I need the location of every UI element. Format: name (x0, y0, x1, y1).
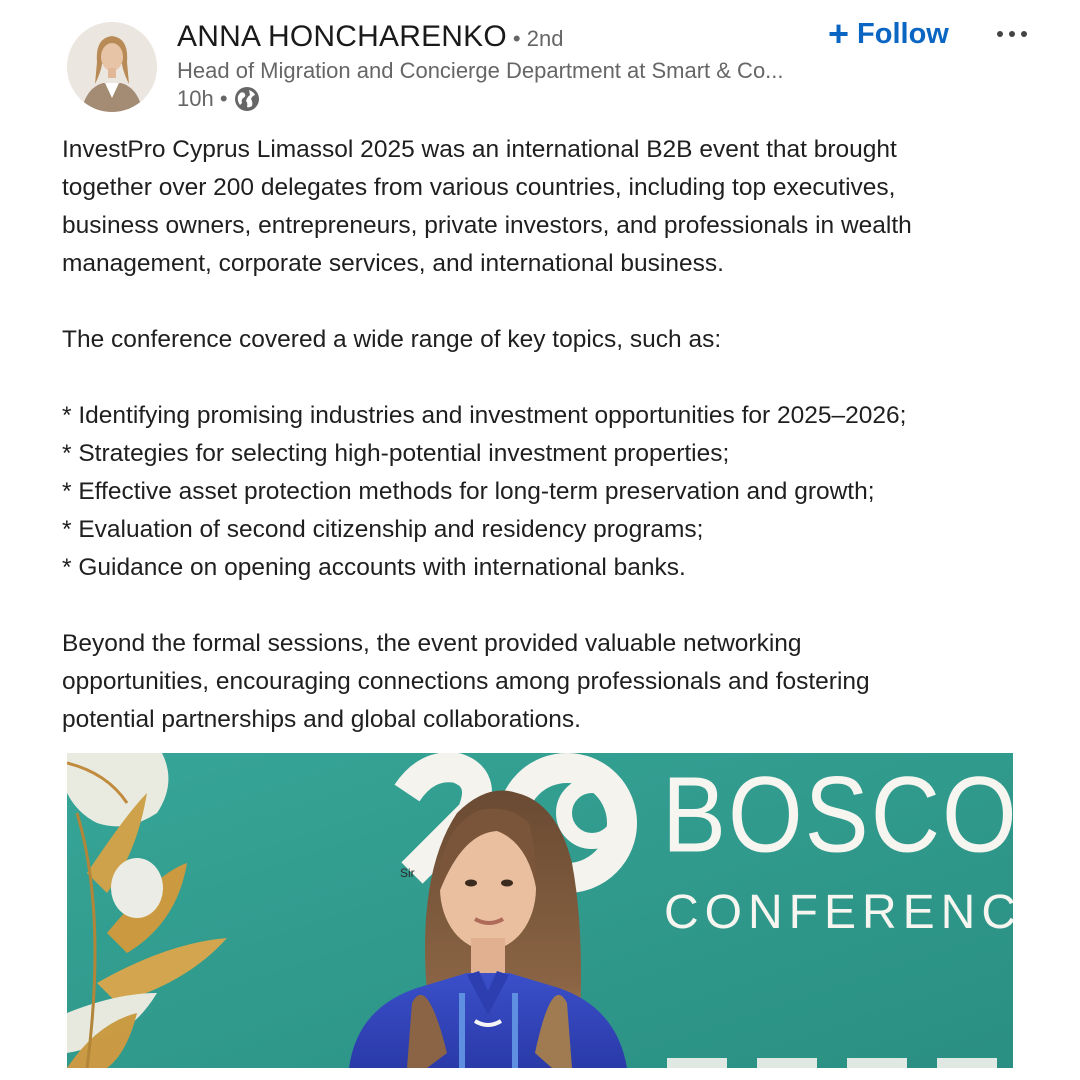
post-paragraph-line: InvestPro Cyprus Limassol 2025 was an in… (62, 136, 897, 163)
connection-degree: • 2nd (512, 26, 564, 51)
plus-icon: + (828, 13, 850, 54)
post-paragraph-line: management, corporate services, and inte… (62, 250, 724, 277)
post-paragraph-line: business owners, entrepreneurs, private … (62, 212, 912, 239)
banner-small-text: Sir (400, 866, 415, 880)
avatar-portrait-icon (67, 22, 157, 112)
bullet-line: * Guidance on opening accounts with inte… (62, 554, 686, 581)
bullet-line: * Evaluation of second citizenship and r… (62, 516, 704, 543)
post-body: InvestPro Cyprus Limassol 2025 was an in… (62, 131, 1052, 739)
globe-icon (234, 86, 260, 112)
author-line: ANNA HONCHARENKO • 2nd (177, 20, 563, 54)
conference-photo: Sir BOSCO CONFERENCE (67, 753, 1013, 1068)
author-name[interactable]: ANNA HONCHARENKO (177, 20, 507, 54)
banner-subtitle: CONFERENCE (664, 886, 1013, 939)
post-paragraph-line: together over 200 delegates from various… (62, 174, 896, 201)
author-headline: Head of Migration and Concierge Departme… (177, 58, 784, 83)
bullet-line: * Identifying promising industries and i… (62, 402, 907, 429)
more-options-button[interactable] (990, 14, 1034, 54)
post-meta: 10h • (177, 86, 260, 112)
post-image[interactable]: Sir BOSCO CONFERENCE (67, 753, 1013, 1068)
post-paragraph-line: The conference covered a wide range of k… (62, 326, 722, 353)
bullet-line: * Effective asset protection methods for… (62, 478, 875, 505)
more-horizontal-icon (997, 31, 1027, 37)
bullet-line: * Strategies for selecting high-potentia… (62, 440, 730, 467)
follow-label: Follow (857, 17, 949, 50)
post-time: 10h • (177, 86, 228, 111)
follow-button[interactable]: + Follow (828, 14, 949, 54)
banner-title: BOSCO (662, 755, 1013, 875)
author-avatar[interactable] (67, 22, 157, 112)
post-paragraph-line: Beyond the formal sessions, the event pr… (62, 630, 802, 657)
post-paragraph-line: opportunities, encouraging connections a… (62, 668, 870, 695)
linkedin-post: ANNA HONCHARENKO • 2nd Head of Migration… (0, 0, 1080, 1080)
post-paragraph-line: potential partnerships and global collab… (62, 706, 581, 733)
